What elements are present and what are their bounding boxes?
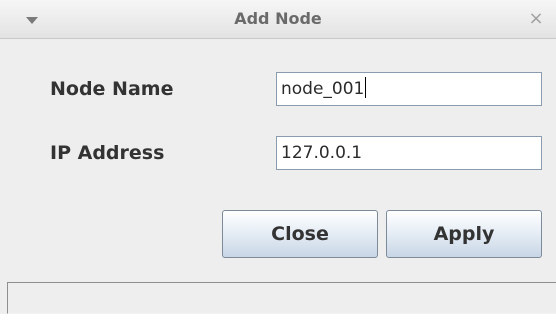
ip-address-input[interactable]: 127.0.0.1: [276, 136, 542, 170]
text-caret: [365, 77, 367, 98]
status-bar: [7, 282, 556, 314]
close-icon[interactable]: ×: [526, 9, 546, 29]
window-menu-button[interactable]: [22, 13, 42, 27]
window-bottom-edge: [0, 314, 556, 321]
apply-button[interactable]: Apply: [386, 210, 542, 258]
node-name-label: Node Name: [50, 78, 174, 100]
title-bar[interactable]: Add Node ×: [0, 0, 556, 39]
window-title: Add Node: [234, 9, 322, 28]
ip-address-value: 127.0.0.1: [281, 143, 363, 163]
node-name-value: node_001: [281, 79, 365, 99]
ip-address-label: IP Address: [50, 142, 165, 164]
triangle-down-icon: [26, 16, 38, 24]
add-node-dialog: Add Node × Node Name node_001 IP Address…: [0, 0, 556, 321]
node-name-input[interactable]: node_001: [276, 72, 542, 106]
close-button[interactable]: Close: [222, 210, 378, 258]
